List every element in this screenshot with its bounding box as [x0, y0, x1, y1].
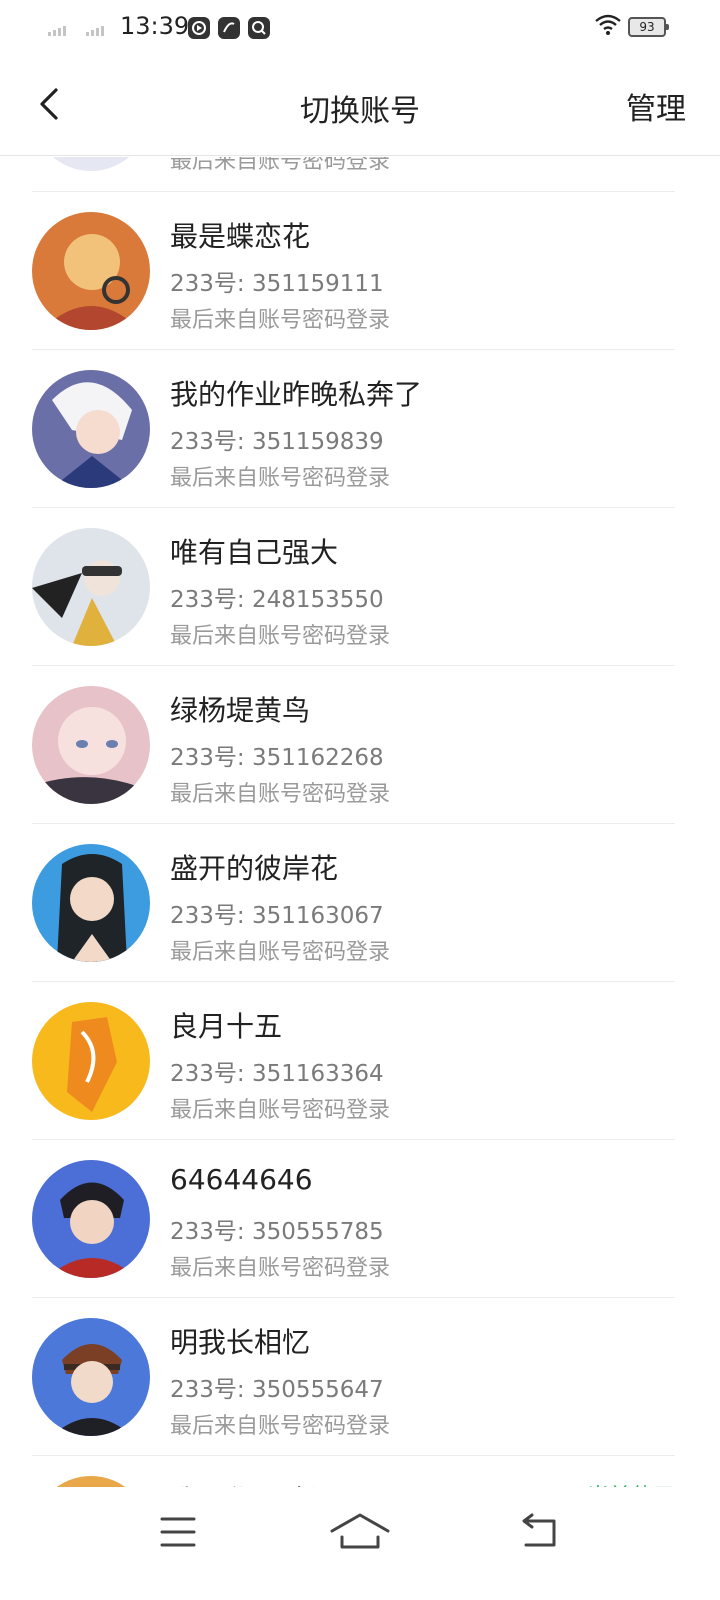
avatar	[32, 1318, 150, 1436]
avatar	[32, 1160, 150, 1278]
login-method-label: 最后来自账号密码登录	[170, 940, 391, 965]
account-name: 唯有自己强大	[170, 536, 339, 569]
account-item[interactable]: 唯有自己强大 233号: 248153550 最后来自账号密码登录	[0, 508, 720, 666]
back-nav-button[interactable]	[510, 1507, 570, 1557]
account-id: 233号: 351159839	[170, 429, 384, 455]
account-id: 233号: 350555647	[170, 1377, 384, 1403]
menu-button[interactable]	[148, 1507, 208, 1557]
avatar	[32, 1002, 150, 1120]
account-name: 明我长相忆	[170, 1326, 311, 1359]
account-name: 我愿作灵清江	[170, 1479, 338, 1487]
account-item[interactable]: 盛开的彼岸花 233号: 351163067 最后来自账号密码登录	[0, 824, 720, 982]
status-bar: 13:39 93	[0, 0, 720, 56]
avatar	[32, 157, 150, 171]
avatar	[32, 1476, 150, 1487]
signal-icon	[48, 24, 66, 36]
login-method-label: 最后来自账号密码登录	[170, 624, 391, 649]
account-item[interactable]: 最是蝶恋花 233号: 351159111 最后来自账号密码登录	[0, 192, 720, 350]
battery-icon: 93	[628, 17, 669, 37]
account-list[interactable]: 最后来自账号密码登录 最是蝶恋花 233号: 351159111 最后来自账号密…	[0, 157, 720, 1487]
manage-button[interactable]: 管理	[626, 84, 686, 128]
login-method-label: 最后来自账号密码登录	[170, 1414, 391, 1439]
account-id: 233号: 351162268	[170, 745, 384, 771]
system-nav-bar	[0, 1487, 720, 1600]
app-icon	[218, 17, 240, 39]
account-id: 233号: 350555785	[170, 1219, 384, 1245]
account-item[interactable]: 明我长相忆 233号: 350555647 最后来自账号密码登录	[0, 1298, 720, 1456]
list-item[interactable]: 最后来自账号密码登录	[0, 157, 720, 192]
login-method-label: 最后来自账号密码登录	[170, 1098, 391, 1123]
avatar	[32, 212, 150, 330]
account-item[interactable]: 绿杨堤黄鸟 233号: 351162268 最后来自账号密码登录	[0, 666, 720, 824]
account-item[interactable]: 我的作业昨晚私奔了 233号: 351159839 最后来自账号密码登录	[0, 350, 720, 508]
status-time: 13:39	[120, 12, 190, 40]
account-id: 233号: 248153550	[170, 587, 384, 613]
account-name: 良月十五	[170, 1010, 283, 1043]
avatar	[32, 686, 150, 804]
account-item-current[interactable]: 我愿作灵清江 当前使用	[0, 1456, 720, 1487]
signal-icon	[86, 24, 104, 36]
media-play-icon	[188, 17, 210, 39]
top-app-bar: 切换账号 管理	[0, 56, 720, 156]
account-name: 盛开的彼岸花	[170, 852, 339, 885]
back-nav-icon	[522, 1513, 556, 1547]
account-id: 233号: 351159111	[170, 271, 384, 297]
wifi-icon	[594, 14, 622, 40]
avatar	[32, 844, 150, 962]
account-item[interactable]: 良月十五 233号: 351163364 最后来自账号密码登录	[0, 982, 720, 1140]
account-name: 我的作业昨晚私奔了	[170, 378, 423, 411]
account-name: 最是蝶恋花	[170, 220, 311, 253]
account-id: 233号: 351163364	[170, 1061, 384, 1087]
login-method-label: 最后来自账号密码登录	[170, 466, 391, 491]
account-id: 233号: 351163067	[170, 903, 384, 929]
home-button[interactable]	[322, 1507, 398, 1557]
account-name: 64644646	[170, 1163, 313, 1196]
page-title: 切换账号	[300, 94, 420, 129]
current-account-badge: 当前使用	[587, 1479, 675, 1487]
login-method-label: 最后来自账号密码登录	[170, 1256, 391, 1281]
login-method-label: 最后来自账号密码登录	[170, 308, 391, 333]
account-item[interactable]: 64644646 233号: 350555785 最后来自账号密码登录	[0, 1140, 720, 1298]
login-method-label: 最后来自账号密码登录	[170, 157, 391, 174]
search-app-icon	[248, 17, 270, 39]
avatar	[32, 370, 150, 488]
menu-icon	[160, 1517, 196, 1547]
login-method-label: 最后来自账号密码登录	[170, 782, 391, 807]
home-icon	[330, 1513, 390, 1549]
avatar	[32, 528, 150, 646]
account-name: 绿杨堤黄鸟	[170, 694, 311, 727]
